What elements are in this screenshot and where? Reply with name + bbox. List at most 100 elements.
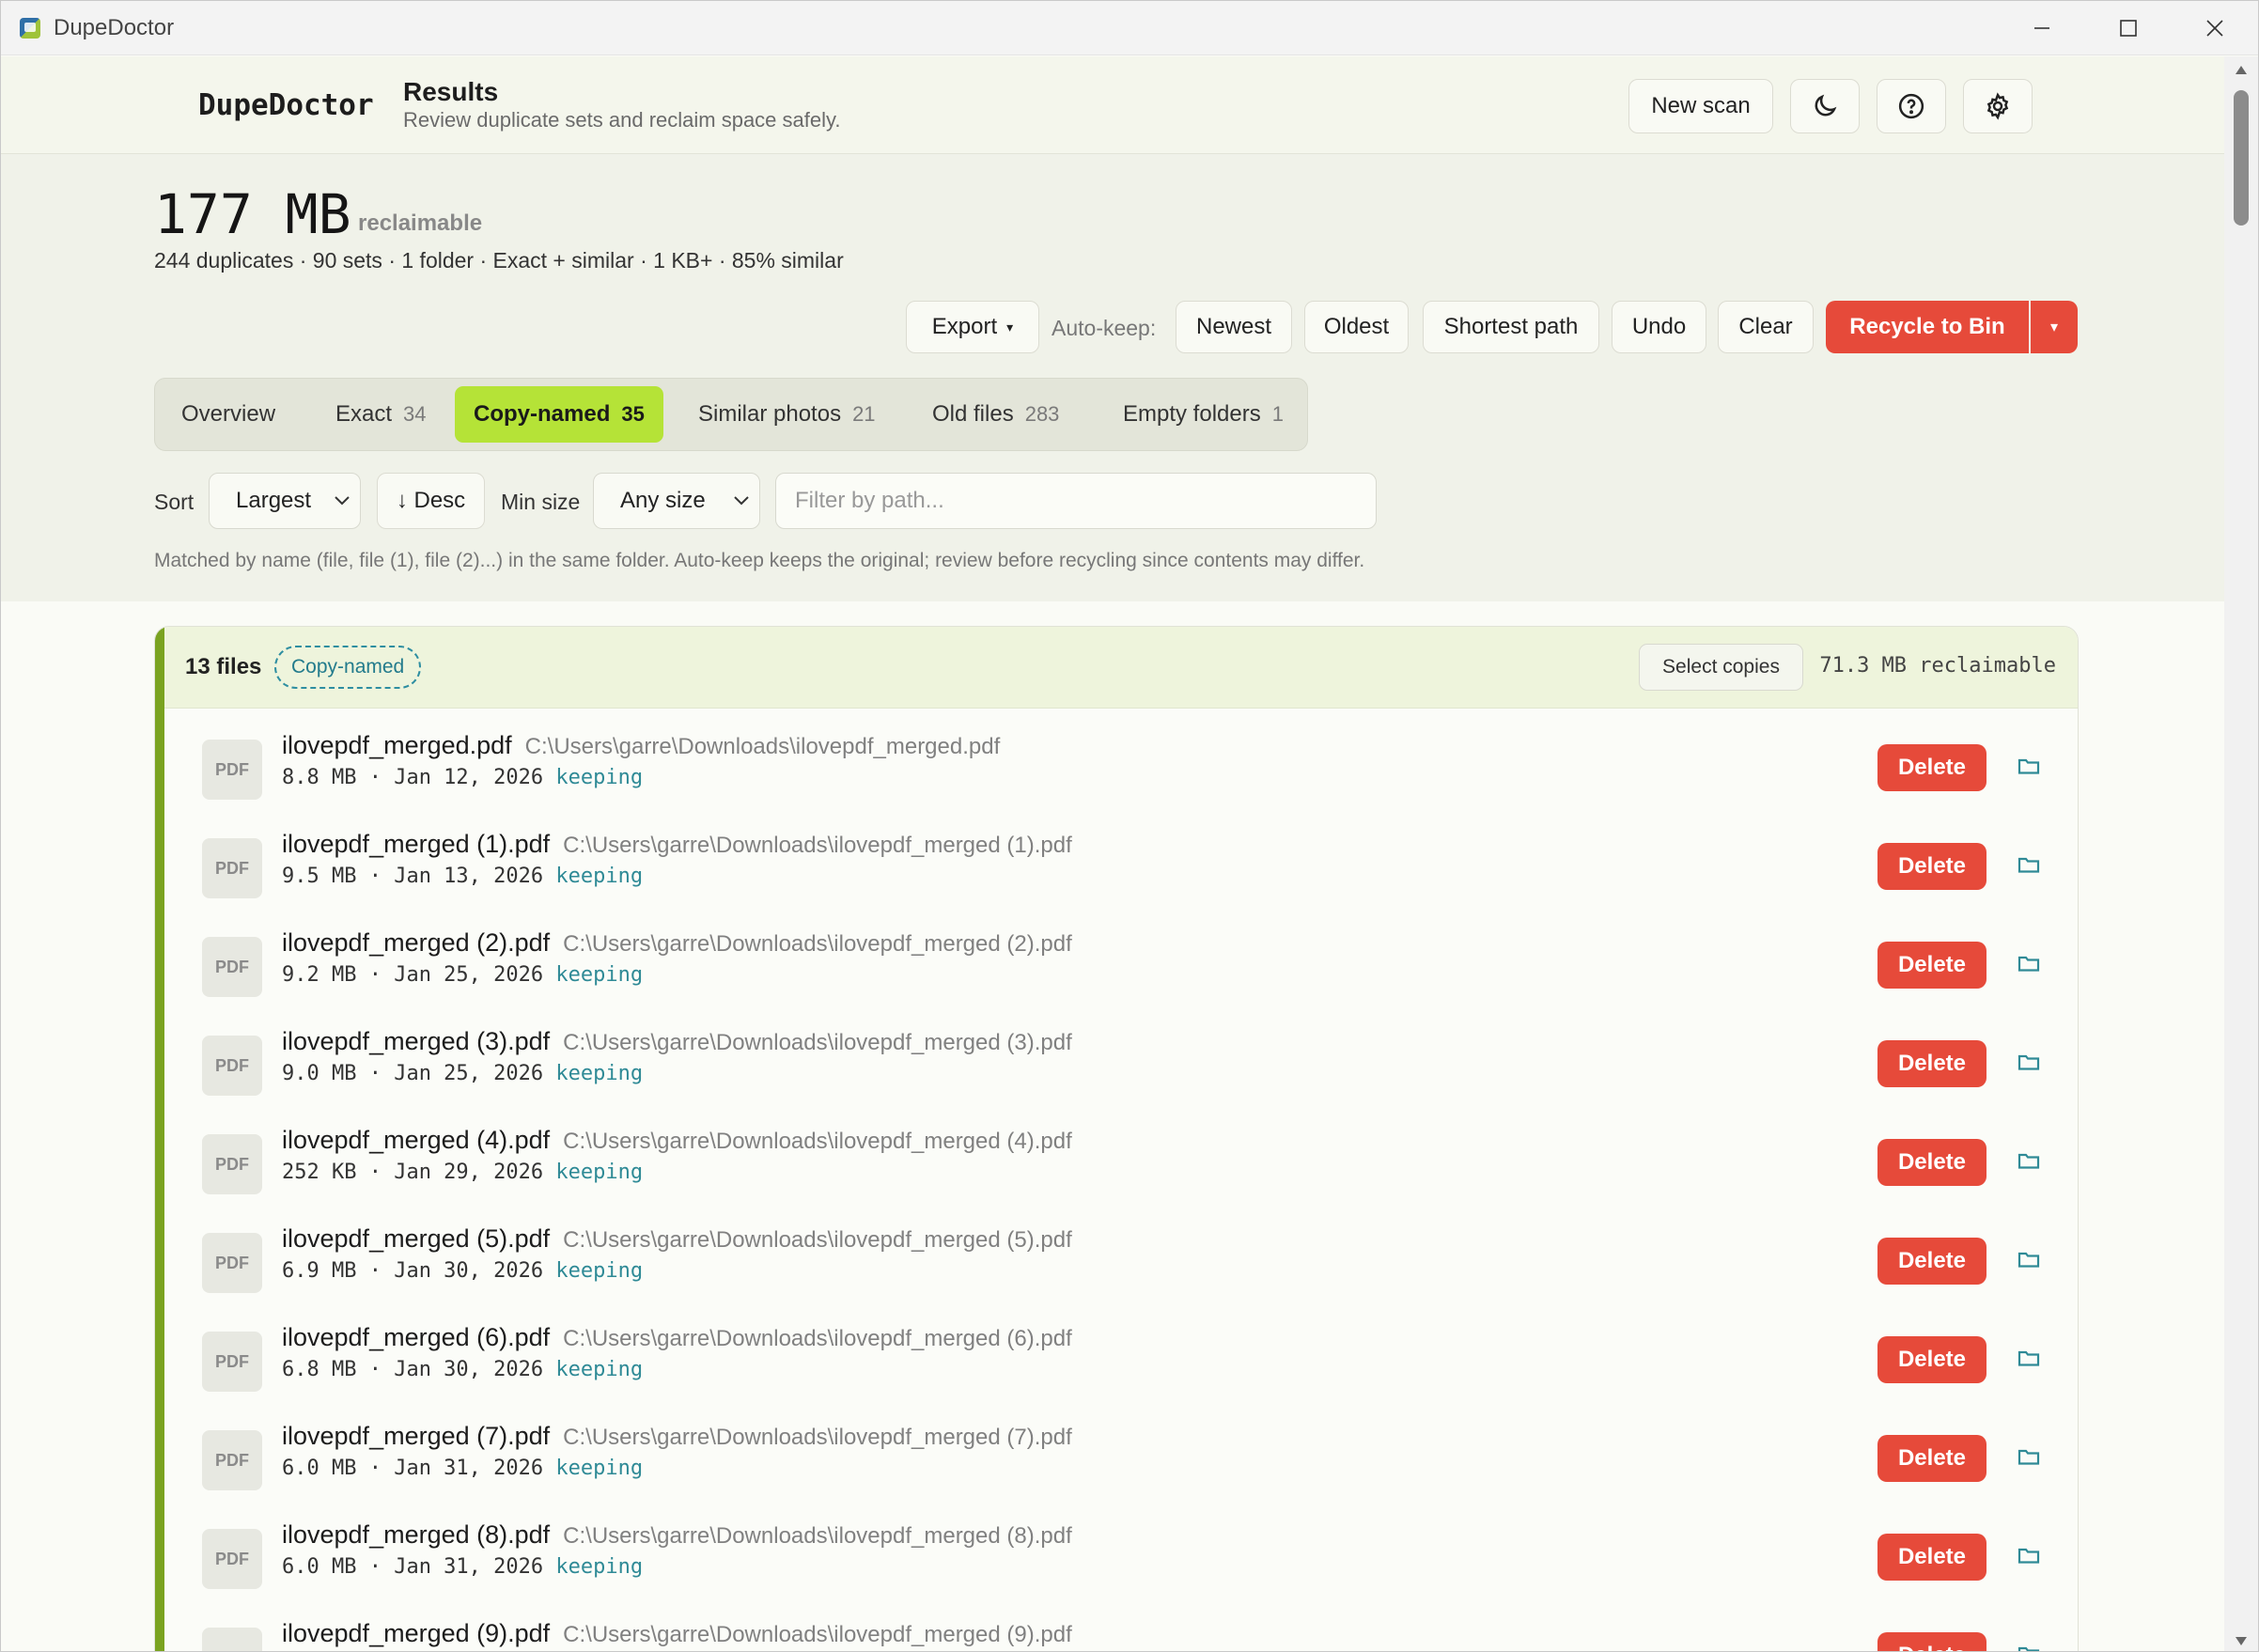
brand-name: DupeDoctor: [198, 88, 374, 122]
tab-label: Copy-named: [474, 401, 611, 427]
settings-button[interactable]: [1963, 79, 2033, 133]
open-folder-button[interactable]: [2018, 1546, 2040, 1569]
theme-toggle-button[interactable]: [1790, 79, 1860, 133]
file-row[interactable]: PDF ilovepdf_merged (7).pdf C:\Users\garre…: [164, 1400, 2078, 1499]
tab-old-files[interactable]: Old files 283: [913, 386, 1078, 443]
open-folder-button[interactable]: [2018, 756, 2040, 780]
export-button[interactable]: Export ▾: [906, 301, 1039, 353]
group-file-count: 13 files: [185, 654, 262, 679]
tab-empty-folders[interactable]: Empty folders 1: [1104, 386, 1302, 443]
min-size-label: Min size: [501, 490, 581, 514]
autokeep-oldest-button[interactable]: Oldest: [1304, 301, 1409, 353]
scroll-down-arrow-icon[interactable]: [2236, 1637, 2247, 1645]
maximize-button[interactable]: [2085, 1, 2172, 55]
file-name: ilovepdf_merged (8).pdf: [282, 1520, 551, 1549]
tab-overview[interactable]: Overview: [163, 386, 294, 443]
file-path: C:\Users\garre\Downloads\ilovepdf_merged…: [563, 1622, 1072, 1647]
group-header: 13 files Copy-named Select copies 71.3 M…: [164, 627, 2078, 709]
sort-select[interactable]: Largest: [209, 473, 361, 529]
delete-button[interactable]: Delete: [1877, 1632, 1986, 1651]
delete-button[interactable]: Delete: [1877, 744, 1986, 791]
app-window: DupeDoctor DupeDoctor Results Review dup…: [0, 0, 2259, 1652]
file-row[interactable]: PDF ilovepdf_merged (9).pdf C:\Users\garre…: [164, 1597, 2078, 1651]
recycle-options-caret-icon[interactable]: ▾: [2031, 301, 2078, 353]
tab-similar-photos[interactable]: Similar photos 21: [679, 386, 895, 443]
clear-button[interactable]: Clear: [1718, 301, 1814, 353]
file-row[interactable]: PDF ilovepdf_merged (1).pdf C:\Users\garre…: [164, 808, 2078, 907]
pdf-file-icon: PDF: [202, 1628, 262, 1651]
open-folder-button[interactable]: [2018, 1250, 2040, 1273]
min-size-select[interactable]: Any size: [593, 473, 760, 529]
pdf-file-icon: PDF: [202, 937, 262, 997]
tab-exact[interactable]: Exact 34: [317, 386, 445, 443]
tab-count: 1: [1271, 402, 1284, 426]
filter-path-input[interactable]: Filter by path...: [775, 473, 1377, 529]
file-name-line: ilovepdf_merged (9).pdf C:\Users\garre\Do…: [282, 1619, 1072, 1648]
app-header: DupeDoctor Results Review duplicate sets…: [1, 56, 2224, 154]
summary-panel: 177 MB reclaimable 244 duplicates · 90 s…: [1, 154, 2224, 601]
delete-button[interactable]: Delete: [1877, 1336, 1986, 1383]
file-name-line: ilovepdf_merged.pdf C:\Users\garre\Downlo…: [282, 731, 1000, 760]
delete-button[interactable]: Delete: [1877, 843, 1986, 890]
delete-button[interactable]: Delete: [1877, 1139, 1986, 1186]
select-copies-button[interactable]: Select copies: [1639, 644, 1803, 691]
file-path: C:\Users\garre\Downloads\ilovepdf_merged…: [563, 833, 1072, 858]
card-accent-bar: [155, 627, 164, 1651]
chevron-down-icon: [734, 496, 749, 506]
maximize-icon: [2120, 20, 2137, 37]
delete-button[interactable]: Delete: [1877, 1040, 1986, 1087]
scan-stats: 244 duplicates · 90 sets · 1 folder · Ex…: [154, 248, 844, 273]
recycle-to-bin-button[interactable]: Recycle to Bin: [1826, 301, 2029, 353]
file-row[interactable]: PDF ilovepdf_merged (6).pdf C:\Users\garre…: [164, 1301, 2078, 1400]
file-name-line: ilovepdf_merged (7).pdf C:\Users\garre\Do…: [282, 1422, 1072, 1451]
file-status: keeping: [555, 1457, 644, 1480]
file-meta: 8.8 MB · Jan 12, 2026: [282, 766, 544, 789]
group-type-badge: Copy-named: [274, 646, 422, 689]
file-row[interactable]: PDF ilovepdf_merged (5).pdf C:\Users\garre…: [164, 1203, 2078, 1301]
tab-label: Exact: [335, 401, 393, 427]
file-name-line: ilovepdf_merged (8).pdf C:\Users\garre\Do…: [282, 1520, 1072, 1550]
file-name-line: ilovepdf_merged (2).pdf C:\Users\garre\Do…: [282, 928, 1072, 958]
undo-button[interactable]: Undo: [1612, 301, 1706, 353]
tab-label: Overview: [181, 401, 276, 427]
scroll-up-arrow-icon[interactable]: [2236, 66, 2247, 74]
sort-direction-button[interactable]: ↓ Desc: [377, 473, 485, 529]
open-folder-button[interactable]: [2018, 1644, 2040, 1651]
open-folder-button[interactable]: [2018, 1052, 2040, 1076]
new-scan-button[interactable]: New scan: [1628, 79, 1773, 133]
help-button[interactable]: [1877, 79, 1946, 133]
tab-count: 35: [621, 402, 645, 426]
delete-button[interactable]: Delete: [1877, 1435, 1986, 1482]
file-row[interactable]: PDF ilovepdf_merged (8).pdf C:\Users\garre…: [164, 1499, 2078, 1597]
duplicate-group-card: 13 files Copy-named Select copies 71.3 M…: [154, 626, 2079, 1651]
file-meta-line: 9.5 MB · Jan 13, 2026 keeping: [282, 865, 643, 888]
delete-button[interactable]: Delete: [1877, 1534, 1986, 1581]
open-folder-button[interactable]: [2018, 1151, 2040, 1175]
delete-button[interactable]: Delete: [1877, 1238, 1986, 1285]
autokeep-shortest-path-button[interactable]: Shortest path: [1423, 301, 1599, 353]
tab-copy-named[interactable]: Copy-named 35: [455, 386, 663, 443]
file-name-line: ilovepdf_merged (4).pdf C:\Users\garre\Do…: [282, 1126, 1072, 1155]
folder-icon: [2018, 1153, 2040, 1169]
vertical-scrollbar[interactable]: [2224, 56, 2258, 1651]
pdf-file-icon: PDF: [202, 1134, 262, 1194]
file-row[interactable]: PDF ilovepdf_merged (2).pdf C:\Users\garre…: [164, 907, 2078, 1005]
file-status: keeping: [555, 963, 644, 987]
folder-icon: [2018, 1350, 2040, 1366]
autokeep-newest-button[interactable]: Newest: [1176, 301, 1292, 353]
close-button[interactable]: [2172, 1, 2258, 55]
pdf-file-icon: PDF: [202, 838, 262, 898]
open-folder-button[interactable]: [2018, 954, 2040, 977]
scroll-thumb[interactable]: [2234, 90, 2249, 226]
file-row[interactable]: PDF ilovepdf_merged.pdf C:\Users\garre\Dow…: [164, 709, 2078, 808]
pdf-file-icon: PDF: [202, 1233, 262, 1293]
folder-icon: [2018, 857, 2040, 873]
open-folder-button[interactable]: [2018, 1348, 2040, 1372]
file-path: C:\Users\garre\Downloads\ilovepdf_merged…: [524, 734, 1001, 759]
open-folder-button[interactable]: [2018, 1447, 2040, 1471]
file-row[interactable]: PDF ilovepdf_merged (3).pdf C:\Users\garre…: [164, 1005, 2078, 1104]
delete-button[interactable]: Delete: [1877, 942, 1986, 989]
file-row[interactable]: PDF ilovepdf_merged (4).pdf C:\Users\garre…: [164, 1104, 2078, 1203]
minimize-button[interactable]: [1999, 1, 2085, 55]
open-folder-button[interactable]: [2018, 855, 2040, 879]
